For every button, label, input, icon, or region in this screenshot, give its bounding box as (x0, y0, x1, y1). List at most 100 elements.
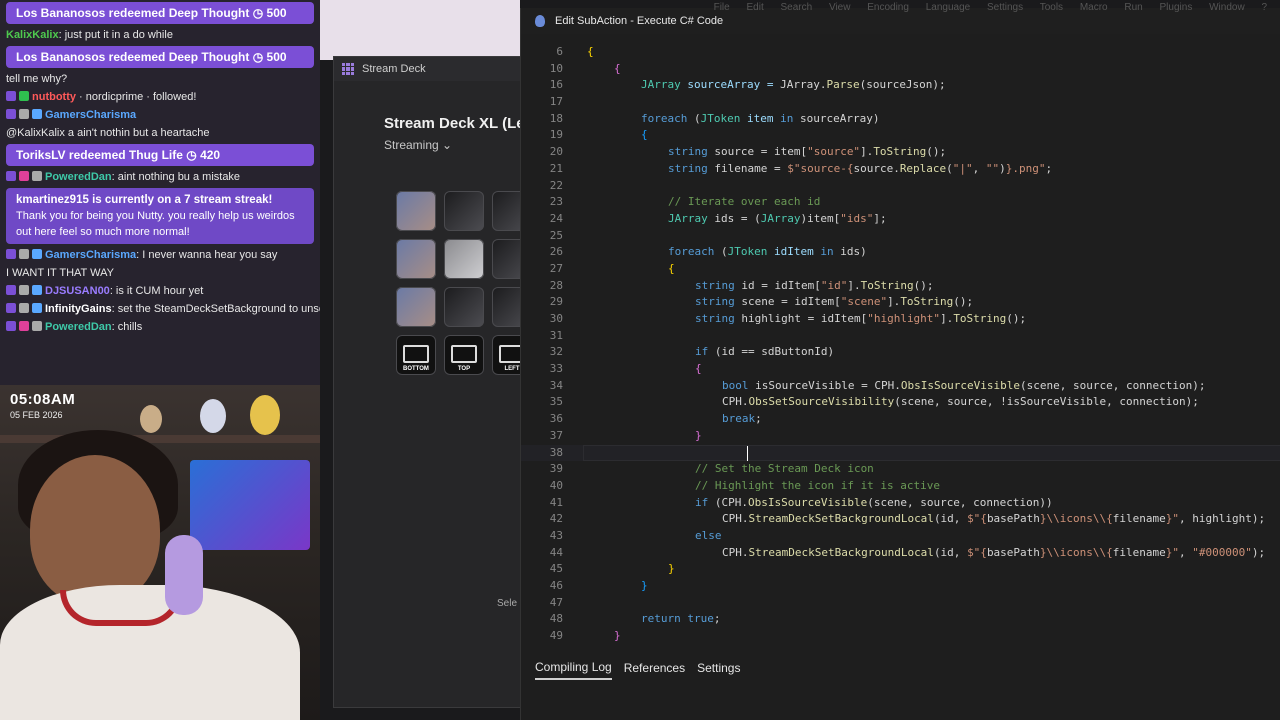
chat-streak-event: kmartinez915 is currently on a 7 stream … (6, 188, 314, 244)
code-line[interactable]: 19 { (521, 127, 1280, 144)
stream-deck-key[interactable] (396, 287, 436, 327)
code-token: } (695, 428, 702, 442)
stream-deck-key[interactable] (396, 191, 436, 231)
chat-username[interactable]: nutbotty (32, 91, 76, 103)
code-token: JArray (641, 78, 688, 92)
code-line[interactable]: 37} (521, 428, 1280, 445)
profile-dropdown[interactable]: Streaming ⌄ (384, 138, 452, 152)
line-number: 28 (549, 278, 563, 292)
code-token: else (695, 528, 722, 542)
code-token: } (614, 629, 621, 643)
code-line[interactable]: 29 string scene = idItem["scene"].ToStrin… (521, 294, 1280, 311)
code-line[interactable]: 25 (521, 228, 1280, 245)
chat-badge-icon (19, 91, 29, 101)
code-line[interactable]: 18 foreach (JToken item in sourceArray) (521, 111, 1280, 128)
stream-deck-key[interactable] (444, 239, 484, 279)
chat-username[interactable]: PoweredDan (45, 321, 112, 333)
line-number: 23 (549, 195, 563, 209)
figure (250, 395, 280, 435)
stream-deck-key[interactable] (444, 191, 484, 231)
code-token: ToString (953, 312, 1007, 325)
code-line[interactable]: 30 string highlight = idItem["highlight"]… (521, 311, 1280, 328)
code-line[interactable]: 31 (521, 328, 1280, 345)
line-number: 6 (556, 45, 563, 58)
code-line[interactable]: 45} (521, 561, 1280, 578)
code-line[interactable]: 36 break; (521, 411, 1280, 428)
tab-references[interactable]: References (624, 657, 685, 679)
code-token: }\\icons\\{ (1039, 545, 1113, 559)
code-token: basePath (986, 545, 1040, 559)
stream-deck-window[interactable]: Stream Deck Stream Deck XL (Le Streaming… (333, 56, 535, 708)
stream-deck-key[interactable] (444, 287, 484, 327)
code-line[interactable]: 48 return true; (521, 611, 1280, 628)
code-line[interactable]: 16 JArray sourceArray = JArray.Parse(sour… (521, 77, 1280, 94)
code-token: JArray (668, 211, 715, 225)
code-line[interactable]: 32 if (id == sdButtonId) (521, 344, 1280, 361)
code-token: ObsSetSourceVisibility (748, 395, 895, 409)
code-line[interactable]: 17 (521, 94, 1280, 111)
code-line[interactable]: 39 // Set the Stream Deck icon (521, 461, 1280, 478)
chat-username[interactable]: InfinityGains (45, 303, 112, 315)
code-line[interactable]: 41 if (CPH.ObsIsSourceVisible(scene, sour… (521, 495, 1280, 512)
device-name: Stream Deck XL (Le (384, 115, 525, 132)
code-line[interactable]: 6{ (521, 44, 1280, 61)
code-token: ; (755, 412, 762, 426)
edit-subaction-dialog[interactable]: Edit SubAction - Execute C# Code File Ed… (520, 2, 1280, 720)
code-line[interactable]: 46} (521, 578, 1280, 595)
code-line[interactable]: 28 string id = idItem["id"].ToString(); (521, 278, 1280, 295)
code-token: ( (946, 161, 953, 175)
code-line[interactable]: 23 // Iterate over each id (521, 194, 1280, 211)
chat-username[interactable]: DJSUSAN00 (45, 285, 110, 297)
code-line[interactable]: 22 (521, 178, 1280, 195)
code-line[interactable]: 27 { (521, 261, 1280, 278)
code-token: foreach (668, 245, 721, 259)
code-token: item (746, 111, 781, 125)
code-line[interactable]: 47 (521, 595, 1280, 612)
chat-badge-icon (6, 249, 16, 259)
dialog-titlebar[interactable]: Edit SubAction - Execute C# Code File Ed… (521, 2, 1280, 34)
code-line[interactable]: 20 string source = item["source"].ToStrin… (521, 144, 1280, 161)
code-line[interactable]: 43 else (521, 528, 1280, 545)
tab-settings[interactable]: Settings (697, 657, 740, 679)
code-line[interactable]: 34 bool isSourceVisible = CPH.ObsIsSource… (521, 378, 1280, 395)
code-line[interactable]: 21 string filename = $"source-{source.Rep… (521, 161, 1280, 178)
code-line[interactable]: 10 { (521, 61, 1280, 78)
chat-username[interactable]: GamersCharisma (45, 109, 136, 121)
code-editor[interactable]: 6{10{16 JArray sourceArray = JArray.Parse… (521, 44, 1280, 648)
code-token: (scene, source, connection); (1020, 378, 1206, 392)
chat-username[interactable]: PoweredDan (45, 171, 112, 183)
code-token: ); (1251, 545, 1266, 559)
code-line[interactable]: 26 foreach (JToken idItem in ids) (521, 244, 1280, 261)
tab-compiling-log[interactable]: Compiling Log (535, 656, 612, 680)
stream-deck-key[interactable] (396, 239, 436, 279)
chat-username[interactable]: GamersCharisma (45, 249, 136, 261)
redeem-cost: 500 (266, 6, 287, 20)
line-text: } (614, 628, 621, 645)
monitor (190, 460, 310, 550)
chat-username[interactable]: KalixKalix (6, 29, 59, 41)
code-token: ToString (900, 295, 954, 309)
stream-deck-titlebar[interactable]: Stream Deck (334, 57, 534, 81)
code-token: if (695, 495, 715, 509)
line-text: { (641, 127, 648, 144)
code-line[interactable]: 38 (521, 444, 1280, 462)
code-token: string (668, 145, 715, 159)
line-text: } (668, 561, 675, 578)
redeem-text: ToriksLV redeemed Thug Life (16, 148, 183, 162)
code-token: "ids" (840, 211, 874, 225)
code-line[interactable]: 24 JArray ids = (JArray)item["ids"]; (521, 211, 1280, 228)
code-line[interactable]: 44 CPH.StreamDeckSetBackgroundLocal(id, $… (521, 545, 1280, 562)
person-head (30, 455, 160, 605)
editor-menu-bar[interactable]: File Edit Search View Encoding Language … (714, 2, 1267, 13)
code-line[interactable]: 49} (521, 628, 1280, 645)
chat-text: : aint nothing bu a mistake (111, 171, 241, 183)
code-line[interactable]: 33 { (521, 361, 1280, 378)
chat-badge-icon (32, 321, 42, 331)
code-line[interactable]: 35 CPH.ObsSetSourceVisibility(scene, sour… (521, 394, 1280, 411)
stream-deck-key[interactable]: BOTTOM (396, 335, 436, 375)
stream-deck-key[interactable]: TOP (444, 335, 484, 375)
code-line[interactable]: 42 CPH.StreamDeckSetBackgroundLocal(id, $… (521, 511, 1280, 528)
code-token: Replace (899, 161, 947, 175)
code-line[interactable]: 40 // Highlight the icon if it is active (521, 478, 1280, 495)
line-text: { (614, 61, 621, 78)
